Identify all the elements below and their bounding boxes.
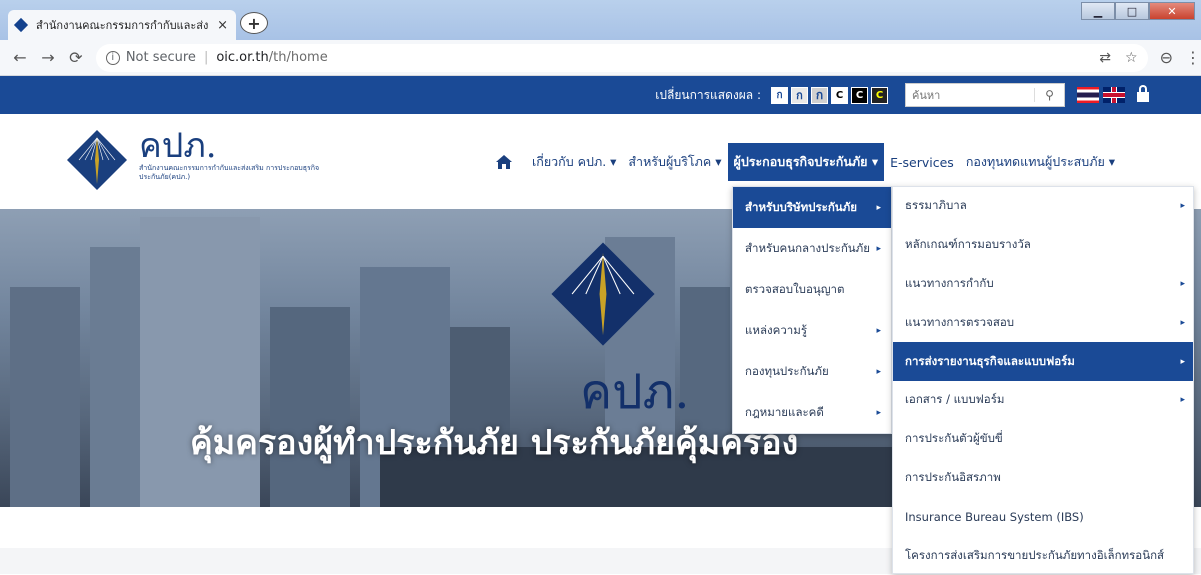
submenu-item-label: หลักเกณฑ์การมอบรางวัล — [905, 237, 1031, 252]
dropdown-item-insurance-fund[interactable]: กองทุนประกันภัย ▸ — [733, 351, 891, 392]
submenu-item-label: การประกันอิสรภาพ — [905, 469, 1001, 484]
minimize-button[interactable]: ▁ — [1081, 2, 1115, 20]
contrast-yellow-button[interactable]: C — [871, 86, 888, 104]
dropdown-item-label: กฎหมายและคดี — [745, 404, 824, 419]
submenu-item-label: การส่งรายงานธุรกิจและแบบฟอร์ม — [905, 353, 1075, 368]
translate-icon[interactable]: ⇄ — [1099, 50, 1111, 66]
submenu-item-inspection-guidelines[interactable]: แนวทางการตรวจสอบ ▸ — [893, 303, 1193, 342]
uk-flag-icon[interactable] — [1103, 87, 1125, 103]
chevron-right-icon: ▸ — [1180, 317, 1185, 328]
submenu-item-label: แนวทางการตรวจสอบ — [905, 314, 1015, 329]
nav-victims-fund[interactable]: กองทุนทดแทนผู้ประสบภัย ▾ — [960, 143, 1121, 181]
contrast-dark-button[interactable]: C — [851, 86, 868, 104]
submenu-item-label: Insurance Bureau System (IBS) — [905, 509, 1084, 524]
browser-menu-icon[interactable]: ⋮ — [1185, 48, 1201, 67]
nav-about[interactable]: เกี่ยวกับ คปภ. ▾ — [526, 143, 622, 181]
submenu-item-label: โครงการส่งเสริมการขายประกันภัยทางอิเล็กท… — [905, 547, 1165, 562]
dropdown-item-knowledge[interactable]: แหล่งความรู้ ▸ — [733, 310, 891, 351]
banner-building — [90, 247, 140, 507]
forward-arrow-icon[interactable]: → — [34, 48, 62, 67]
banner-building — [10, 287, 80, 507]
reload-icon[interactable]: ⟳ — [62, 48, 90, 67]
dropdown-item-label: ตรวจสอบใบอนุญาต — [745, 281, 845, 296]
browser-tab-strip: สำนักงานคณะกรรมการกำกับและส่ง × + ▁ □ ✕ — [0, 0, 1201, 40]
submenu-item-documents-forms[interactable]: เอกสาร / แบบฟอร์ม ▸ — [893, 381, 1193, 420]
thai-flag-icon[interactable] — [1077, 87, 1099, 103]
url-field[interactable]: i Not secure | oic.or.th /th/home ⇄ ☆ — [95, 43, 1148, 72]
submenu-item-award-criteria[interactable]: หลักเกณฑ์การมอบรางวัล — [893, 226, 1193, 265]
chevron-right-icon: ▸ — [876, 407, 881, 418]
window-controls: ▁ □ ✕ — [1081, 2, 1195, 20]
font-size-small-button[interactable]: ก — [771, 86, 788, 104]
search-input[interactable] — [906, 84, 1034, 106]
chevron-right-icon: ▸ — [876, 325, 881, 336]
chevron-right-icon: ▸ — [876, 243, 881, 254]
lock-icon[interactable] — [1137, 85, 1149, 102]
submenu-item-ibs[interactable]: Insurance Bureau System (IBS) — [893, 497, 1193, 536]
submenu-item-governance[interactable]: ธรรมาภิบาล ▸ — [893, 187, 1193, 226]
nav-consumers[interactable]: สำหรับผู้บริโภค ▾ — [622, 143, 727, 181]
dropdown-item-label: กองทุนประกันภัย — [745, 363, 829, 378]
chevron-right-icon: ▸ — [1180, 356, 1185, 367]
site-utility-bar: เปลี่ยนการแสดงผล : ก ก ก C C C ⚲ — [0, 76, 1201, 114]
chevron-right-icon: ▸ — [876, 366, 881, 377]
submenu-item-label: แนวทางการกำกับ — [905, 275, 994, 290]
banner-logo-diamond-icon — [551, 242, 655, 346]
submenu-item-e-insurance-promotion[interactable]: โครงการส่งเสริมการขายประกันภัยทางอิเล็กท… — [893, 536, 1193, 575]
font-size-medium-button[interactable]: ก — [791, 86, 808, 104]
maximize-button[interactable]: □ — [1115, 2, 1149, 20]
logo-wordmark: คปภ. — [139, 126, 217, 166]
dropdown-item-label: สำหรับคนกลางประกันภัย — [745, 240, 870, 255]
dropdown-item-label: แหล่งความรู้ — [745, 322, 808, 337]
submenu-item-driver-bail-insurance[interactable]: การประกันตัวผู้ขับขี่ — [893, 420, 1193, 459]
insurance-operators-dropdown: สำหรับบริษัทประกันภัย ▸ สำหรับคนกลางประก… — [732, 186, 892, 434]
bookmark-star-icon[interactable]: ☆ — [1125, 50, 1138, 66]
oic-logo-diamond-icon — [67, 130, 127, 190]
contrast-normal-button[interactable]: C — [831, 86, 848, 104]
address-bar: ← → ⟳ i Not secure | oic.or.th /th/home … — [0, 40, 1201, 76]
back-arrow-icon[interactable]: ← — [6, 48, 34, 67]
not-secure-label: Not secure — [125, 50, 196, 65]
account-icon[interactable]: ⊖ — [1160, 48, 1173, 67]
submenu-item-supervision-guidelines[interactable]: แนวทางการกำกับ ▸ — [893, 265, 1193, 304]
url-host: oic.or.th — [216, 50, 269, 65]
dropdown-item-insurance-companies[interactable]: สำหรับบริษัทประกันภัย ▸ — [733, 187, 891, 228]
submenu-item-label: เอกสาร / แบบฟอร์ม — [905, 392, 1005, 407]
dropdown-item-intermediaries[interactable]: สำหรับคนกลางประกันภัย ▸ — [733, 228, 891, 269]
close-window-button[interactable]: ✕ — [1149, 2, 1195, 20]
submenu-item-label: ธรรมาภิบาล — [905, 198, 967, 213]
tab-close-icon[interactable]: × — [217, 18, 228, 33]
tab-title: สำนักงานคณะกรรมการกำกับและส่ง — [36, 19, 209, 32]
font-size-large-button[interactable]: ก — [811, 86, 828, 104]
main-nav: เกี่ยวกับ คปภ. ▾ สำหรับผู้บริโภค ▾ ผู้ปร… — [496, 142, 1121, 182]
site-search: ⚲ — [905, 83, 1065, 107]
nav-insurance-operators[interactable]: ผู้ประกอบธุรกิจประกันภัย ▾ — [727, 143, 885, 181]
url-path: /th/home — [268, 50, 328, 65]
home-icon[interactable] — [496, 155, 512, 169]
submenu-item-label: การประกันตัวผู้ขับขี่ — [905, 431, 1003, 446]
chevron-right-icon: ▸ — [1180, 201, 1185, 212]
nav-e-services[interactable]: E-services — [884, 143, 960, 181]
chevron-right-icon: ▸ — [1180, 395, 1185, 406]
oic-logo[interactable]: คปภ. สำนักงานคณะกรรมการกำกับและส่งเสริม … — [65, 128, 339, 192]
dropdown-item-law[interactable]: กฎหมายและคดี ▸ — [733, 392, 891, 433]
dropdown-item-license-check[interactable]: ตรวจสอบใบอนุญาต — [733, 269, 891, 310]
chevron-right-icon: ▸ — [876, 202, 881, 213]
url-separator: | — [203, 50, 209, 65]
banner-tagline: คุ้มครองผู้ทำประกันภัย ประกันภัยคุ้มครอง — [190, 423, 799, 463]
browser-tab[interactable]: สำนักงานคณะกรรมการกำกับและส่ง × — [8, 10, 236, 40]
dropdown-item-label: สำหรับบริษัทประกันภัย — [745, 199, 857, 214]
display-mode-label: เปลี่ยนการแสดงผล : — [655, 87, 761, 102]
info-icon[interactable]: i — [105, 50, 120, 65]
logo-subtitle: สำนักงานคณะกรรมการกำกับและส่งเสริม การปร… — [139, 164, 320, 181]
submenu-item-liberty-insurance[interactable]: การประกันอิสรภาพ — [893, 459, 1193, 498]
search-icon[interactable]: ⚲ — [1034, 88, 1064, 102]
banner-building — [270, 307, 350, 507]
submenu-item-business-reports-forms[interactable]: การส่งรายงานธุรกิจและแบบฟอร์ม ▸ — [893, 342, 1193, 381]
new-tab-button[interactable]: + — [240, 12, 268, 34]
insurance-companies-submenu: ธรรมาภิบาล ▸ หลักเกณฑ์การมอบรางวัล แนวทา… — [892, 186, 1194, 574]
chevron-right-icon: ▸ — [1180, 278, 1185, 289]
site-favicon-icon — [13, 17, 29, 33]
